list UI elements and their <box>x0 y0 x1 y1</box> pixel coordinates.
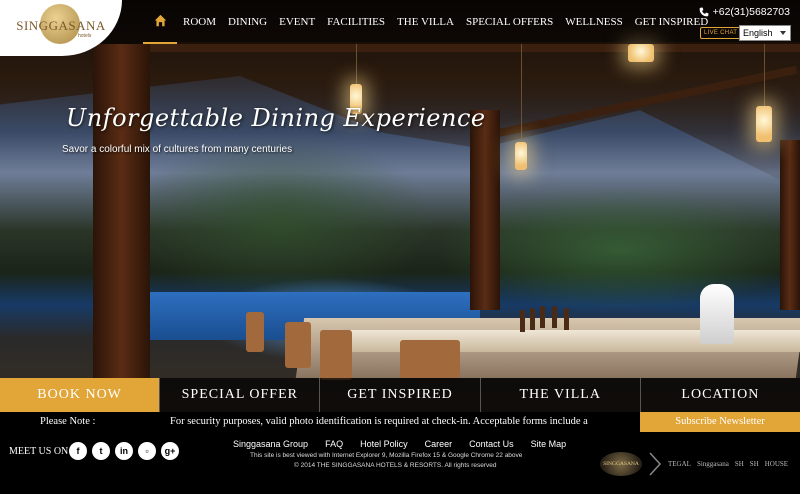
linkedin-icon[interactable]: in <box>115 442 133 460</box>
hero-headline: Unforgettable Dining Experience <box>66 104 486 132</box>
footer-link-faq[interactable]: FAQ <box>325 439 343 449</box>
bar-chair <box>246 312 264 352</box>
nav-facilities[interactable]: FACILITIES <box>321 0 391 44</box>
lamp-wire <box>356 44 357 84</box>
main-nav: ROOM DINING EVENT FACILITIES THE VILLA S… <box>143 0 714 44</box>
bottle <box>530 308 535 330</box>
hero-image <box>0 0 800 412</box>
partner-logo-main[interactable]: SINGGASANA <box>600 452 642 476</box>
wooden-post <box>780 140 800 310</box>
pendant-lamp <box>628 44 654 62</box>
partner-logo[interactable]: Singgasana <box>697 460 729 468</box>
bottle <box>552 306 557 328</box>
footer-link-singgasana-group[interactable]: Singgasana Group <box>233 439 308 449</box>
hero-subhead: Savor a colorful mix of cultures from ma… <box>62 144 293 155</box>
facebook-icon[interactable]: f <box>69 442 87 460</box>
bottle <box>540 306 545 328</box>
language-select[interactable]: English <box>739 25 791 41</box>
tab-location[interactable]: LOCATION <box>639 378 800 412</box>
home-link[interactable] <box>143 0 177 44</box>
footer: MEET US ON f t in ▫ g+ Singgasana Group … <box>0 432 800 494</box>
lantern <box>700 284 734 344</box>
nav-event[interactable]: EVENT <box>273 0 321 44</box>
bar-chair <box>285 322 311 368</box>
pendant-lamp <box>515 142 527 170</box>
tab-get-inspired[interactable]: GET INSPIRED <box>319 378 479 412</box>
partner-logo[interactable]: HOUSE <box>765 460 788 468</box>
bar-chair <box>320 330 352 380</box>
bar-chair <box>400 340 460 378</box>
partner-logo[interactable]: SH <box>735 460 744 468</box>
nav-room[interactable]: ROOM <box>177 0 222 44</box>
language-value: English <box>743 28 773 38</box>
bottle <box>564 308 569 330</box>
phone-icon <box>699 7 708 17</box>
home-icon <box>154 14 166 27</box>
tab-the-villa[interactable]: THE VILLA <box>479 378 640 412</box>
tab-special-offer[interactable]: SPECIAL OFFER <box>159 378 319 412</box>
footer-link-hotel-policy[interactable]: Hotel Policy <box>360 439 408 449</box>
flickr-icon[interactable]: ▫ <box>138 442 156 460</box>
phone-number: +62(31)5682703 <box>712 6 790 18</box>
nav-dining[interactable]: DINING <box>222 0 273 44</box>
logo-subtext: hotels <box>78 33 92 39</box>
nav-the-villa[interactable]: THE VILLA <box>391 0 460 44</box>
notice-text: For security purposes, valid photo ident… <box>170 416 588 427</box>
footer-link-site-map[interactable]: Site Map <box>531 439 567 449</box>
chevron-right-icon <box>649 452 662 476</box>
lamp-wire <box>764 44 765 106</box>
footer-link-contact-us[interactable]: Contact Us <box>469 439 514 449</box>
live-chat-button[interactable]: LIVE CHAT <box>700 27 742 39</box>
chevron-down-icon <box>780 31 786 35</box>
footer-link-career[interactable]: Career <box>425 439 453 449</box>
subscribe-newsletter-button[interactable]: Subscribe Newsletter <box>640 412 800 432</box>
book-now-button[interactable]: BOOK NOW <box>0 378 160 412</box>
partner-logo[interactable]: SH <box>750 460 759 468</box>
nav-wellness[interactable]: WELLNESS <box>559 0 628 44</box>
partner-logos: SINGGASANA TEGAL Singgasana SH SH HOUSE <box>600 452 788 476</box>
meet-us-label: MEET US ON <box>9 446 69 457</box>
google-plus-icon[interactable]: g+ <box>161 442 179 460</box>
pendant-lamp <box>756 106 772 142</box>
wooden-post <box>470 110 500 310</box>
nav-special-offers[interactable]: SPECIAL OFFERS <box>460 0 559 44</box>
wooden-post <box>93 44 150 380</box>
phone-contact[interactable]: +62(31)5682703 <box>699 6 790 18</box>
browser-note: This site is best viewed with Internet E… <box>250 452 523 459</box>
footer-links: Singgasana Group FAQ Hotel Policy Career… <box>233 439 566 449</box>
notice-label: Please Note : <box>40 416 96 427</box>
social-links: f t in ▫ g+ <box>69 442 179 460</box>
twitter-icon[interactable]: t <box>92 442 110 460</box>
copyright: © 2014 THE SINGGASANA HOTELS & RESORTS. … <box>294 462 497 469</box>
quick-links-bar: BOOK NOW SPECIAL OFFER GET INSPIRED THE … <box>0 378 800 412</box>
bottle <box>520 310 525 332</box>
partner-logo[interactable]: TEGAL <box>668 460 691 468</box>
logo-text: SINGGASANA <box>16 18 106 33</box>
lamp-wire <box>521 44 522 142</box>
